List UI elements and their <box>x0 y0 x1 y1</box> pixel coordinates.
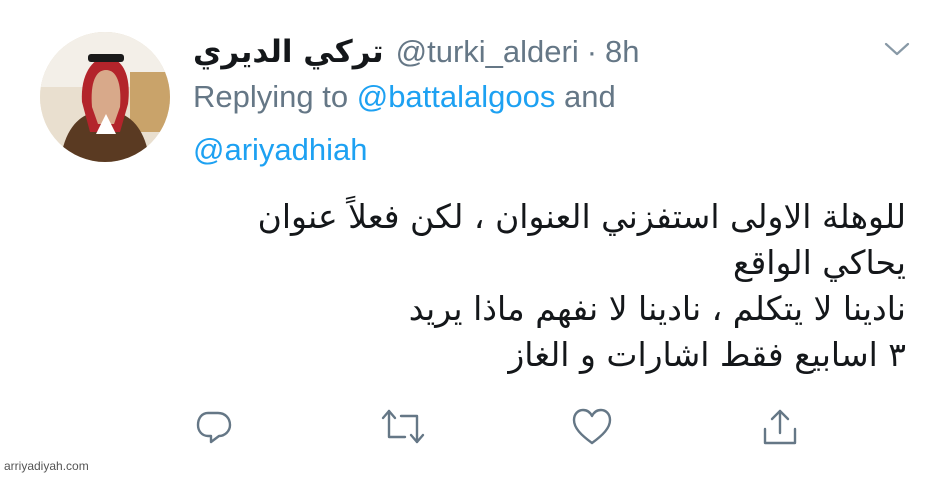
tweet-actions <box>0 403 950 455</box>
avatar-image <box>40 32 170 162</box>
user-avatar[interactable] <box>40 32 170 162</box>
retweet-icon <box>381 409 425 444</box>
share-button[interactable] <box>758 403 802 451</box>
replying-prefix: Replying to <box>193 79 349 114</box>
share-icon <box>763 409 797 445</box>
reply-button[interactable] <box>192 403 236 451</box>
like-icon <box>572 408 612 445</box>
replying-joiner: and <box>564 79 616 114</box>
replying-to-line: Replying to @battalalgoos and <box>193 79 616 115</box>
mention-link-2[interactable]: @ariyadhiah <box>193 132 368 167</box>
tweet-line: ٣ اسابيع فقط اشارات و الغاز <box>508 335 906 374</box>
tweet-line: للوهلة الاولى استفزني العنوان ، لكن فعلا… <box>257 197 906 236</box>
tweet-header: تركي الديري @turki_alderi · 8h <box>193 26 860 78</box>
tweet-text: للوهلة الاولى استفزني العنوان ، لكن فعلا… <box>186 194 906 378</box>
user-handle[interactable]: @turki_alderi <box>396 34 579 70</box>
separator-dot: · <box>586 34 598 69</box>
reply-icon <box>196 411 232 444</box>
display-name[interactable]: تركي الديري <box>193 34 384 70</box>
tweet-line: يحاكي الواقع <box>732 243 906 282</box>
like-button[interactable] <box>570 403 614 451</box>
tweet-time[interactable]: 8h <box>605 34 639 70</box>
replying-to-line-2: @ariyadhiah <box>193 132 368 168</box>
tweet-line: نادينا لا يتكلم ، نادينا لا نفهم ماذا ير… <box>408 289 906 328</box>
mention-link-1[interactable]: @battalalgoos <box>357 79 556 114</box>
watermark: arriyadiyah.com <box>4 459 89 473</box>
chevron-down-icon[interactable] <box>882 34 912 64</box>
retweet-button[interactable] <box>381 403 425 451</box>
